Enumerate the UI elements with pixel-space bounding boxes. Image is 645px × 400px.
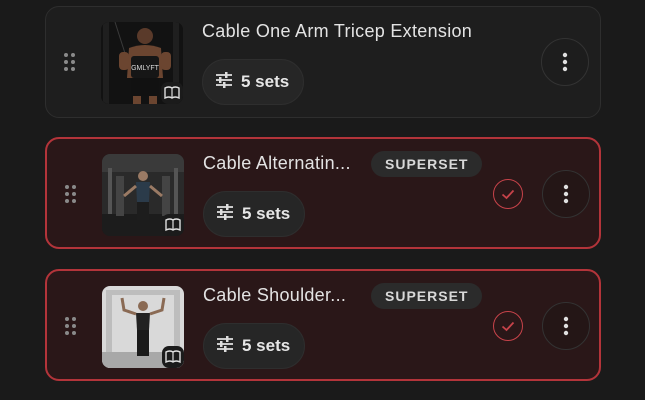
sliders-icon [216, 203, 234, 225]
superset-badge: SUPERSET [371, 283, 483, 309]
more-options-button[interactable] [542, 302, 590, 350]
exercise-thumbnail[interactable] [102, 154, 184, 236]
exercise-card-selected[interactable]: Cable Shoulder... SUPERSET 5 sets [45, 269, 601, 381]
superset-badge: SUPERSET [371, 151, 483, 177]
exercise-thumbnail[interactable] [102, 286, 184, 368]
sets-count: 5 sets [241, 72, 290, 91]
exercise-title[interactable]: Cable Alternatin... [203, 153, 351, 174]
more-options-button[interactable] [542, 170, 590, 218]
drag-handle-icon[interactable] [65, 185, 79, 205]
more-vertical-icon [562, 52, 568, 72]
sliders-icon [215, 71, 233, 93]
book-icon [161, 82, 183, 104]
sliders-icon [216, 335, 234, 357]
check-circle-icon[interactable] [493, 179, 523, 209]
more-vertical-icon [563, 184, 569, 204]
exercise-title[interactable]: Cable One Arm Tricep Extension [202, 21, 472, 42]
sets-button[interactable]: 5 sets [203, 191, 306, 237]
book-icon [162, 346, 184, 368]
sets-button[interactable]: 5 sets [202, 59, 305, 105]
drag-handle-icon[interactable] [64, 53, 78, 73]
more-options-button[interactable] [541, 38, 589, 86]
exercise-title[interactable]: Cable Shoulder... [203, 285, 346, 306]
more-vertical-icon [563, 316, 569, 336]
exercise-card-selected[interactable]: Cable Alternatin... SUPERSET 5 sets [45, 137, 601, 249]
check-circle-icon[interactable] [493, 311, 523, 341]
sets-count: 5 sets [242, 204, 291, 223]
sets-count: 5 sets [242, 336, 291, 355]
book-icon [162, 214, 184, 236]
drag-handle-icon[interactable] [65, 317, 79, 337]
sets-button[interactable]: 5 sets [203, 323, 306, 369]
shirt-logo-text: GMLYFT [131, 65, 160, 72]
exercise-thumbnail[interactable]: GMLYFT [101, 22, 183, 104]
exercise-card[interactable]: GMLYFT Cable One Arm Tricep Extension 5 … [45, 6, 601, 118]
